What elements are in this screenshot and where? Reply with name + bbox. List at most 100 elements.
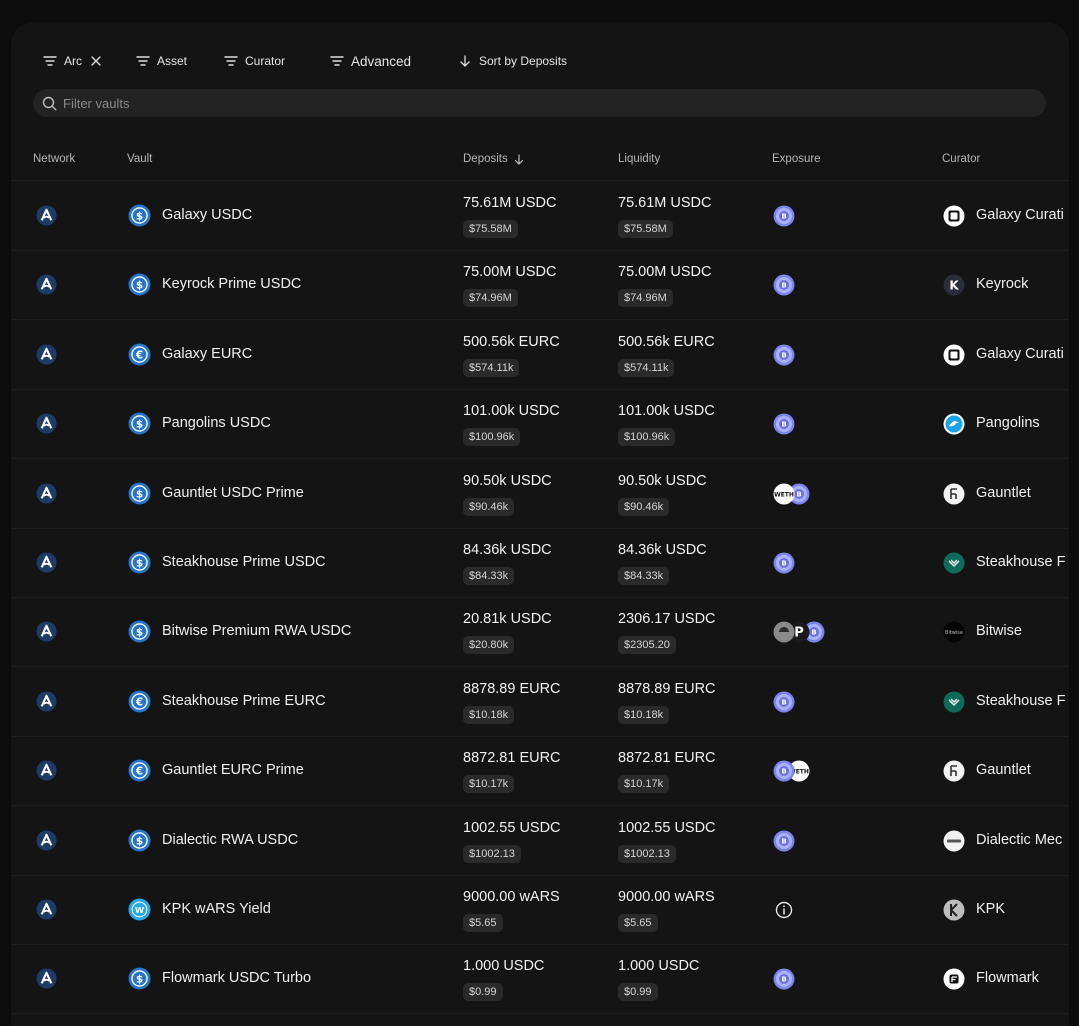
vault-name[interactable]: Steakhouse Prime EURC bbox=[162, 693, 326, 709]
sort-desc-icon bbox=[514, 153, 523, 165]
deposits-usd-badge: $5.65 bbox=[463, 914, 503, 932]
vault-name[interactable]: Galaxy USDC bbox=[162, 207, 252, 223]
svg-text:Bitwise: Bitwise bbox=[945, 630, 963, 636]
exposure-icons[interactable]: B bbox=[773, 691, 795, 713]
curator-name[interactable]: KPK bbox=[976, 901, 1005, 917]
liquidity-usd-badge: $574.11k bbox=[618, 358, 675, 377]
vault-name[interactable]: Steakhouse Prime USDC bbox=[162, 554, 326, 570]
vault-name[interactable]: KPK wARS Yield bbox=[162, 901, 271, 917]
column-liquidity-label: Liquidity bbox=[618, 153, 661, 165]
steakhouse-icon bbox=[943, 552, 965, 574]
table-row[interactable]: $ Steakhouse Prime USDC 84.36k USDC $84.… bbox=[11, 528, 1069, 598]
exposure-icons[interactable]: B WETH bbox=[773, 760, 810, 782]
column-vault[interactable]: Vault bbox=[127, 153, 152, 165]
deposits-usd-badge: $75.58M bbox=[463, 220, 518, 238]
grey-token-icon bbox=[773, 621, 795, 643]
liquidity-amount: 75.00M USDC bbox=[618, 264, 712, 281]
vault-name[interactable]: Gauntlet EURC Prime bbox=[162, 762, 304, 778]
exposure-icons[interactable]: B bbox=[773, 968, 795, 990]
liquidity-amount: 8878.89 EURC bbox=[618, 680, 716, 697]
deposits-amount: 75.61M USDC bbox=[463, 195, 557, 211]
table-row[interactable]: $ Flowmark USDC Turbo 1.000 USDC $0.99 1… bbox=[11, 944, 1069, 1015]
exposure-icons[interactable]: B bbox=[773, 830, 795, 852]
exposure-icons[interactable]: PB bbox=[773, 621, 825, 643]
rwa-token-icon: B bbox=[773, 552, 795, 574]
table-row[interactable]: $ Keyrock Prime USDC 75.00M USDC $74.96M… bbox=[11, 250, 1069, 321]
table-row[interactable]: € Gauntlet EURC Prime 8872.81 EURC $10.1… bbox=[11, 736, 1069, 807]
search-input[interactable] bbox=[63, 89, 1023, 117]
curator-name[interactable]: Steakhouse F bbox=[976, 693, 1065, 709]
sort-button[interactable]: Sort by Deposits bbox=[458, 51, 567, 71]
galaxy-icon bbox=[943, 205, 965, 227]
vault-name[interactable]: Pangolins USDC bbox=[162, 415, 271, 431]
table-row[interactable]: $ Gauntlet USDC Prime 90.50k USDC $90.46… bbox=[11, 459, 1069, 529]
vault-name[interactable]: Galaxy EURC bbox=[162, 346, 252, 362]
svg-text:B: B bbox=[781, 837, 786, 845]
exposure-icons[interactable]: WETH B bbox=[773, 483, 810, 505]
curator-name[interactable]: Galaxy Curati bbox=[976, 346, 1064, 362]
vault-name[interactable]: Gauntlet USDC Prime bbox=[162, 485, 304, 501]
deposits-usd-badge: $20.80k bbox=[463, 636, 515, 655]
eurc-icon: € bbox=[128, 759, 151, 782]
filter-icon bbox=[136, 56, 150, 66]
table-row[interactable]: € Steakhouse Prime EURC 8878.89 EURC $10… bbox=[11, 667, 1069, 737]
search-box bbox=[33, 89, 1046, 117]
filter-bar: Arc Asset Curator Advanced Sort by Depos… bbox=[11, 22, 1069, 117]
curator-name[interactable]: Gauntlet bbox=[976, 762, 1031, 778]
deposits-usd-badge: $10.18k bbox=[463, 705, 515, 724]
table-row[interactable]: W KPK wARS Yield 9000.00 wARS $5.65 9000… bbox=[11, 875, 1069, 945]
column-curator[interactable]: Curator bbox=[942, 153, 980, 165]
liquidity-usd-badge: $84.33k bbox=[618, 567, 670, 585]
close-icon[interactable] bbox=[89, 54, 103, 68]
asset-filter-button[interactable]: Asset bbox=[136, 51, 187, 71]
vault-name[interactable]: Bitwise Premium RWA USDC bbox=[162, 623, 351, 639]
bitwise-icon: Bitwise bbox=[943, 621, 965, 643]
vault-name[interactable]: Dialectic RWA USDC bbox=[162, 832, 298, 848]
table-row[interactable]: € Galaxy EURC 500.56k EURC $574.11k 500.… bbox=[11, 320, 1069, 390]
exposure-icons[interactable]: B bbox=[773, 413, 795, 435]
vault-name[interactable]: Flowmark USDC Turbo bbox=[162, 970, 311, 986]
curator-name[interactable]: Bitwise bbox=[976, 623, 1022, 639]
column-network[interactable]: Network bbox=[33, 153, 75, 165]
curator-name[interactable]: Steakhouse F bbox=[976, 554, 1065, 570]
curator-filter-button[interactable]: Curator bbox=[224, 51, 285, 71]
curator-name[interactable]: Flowmark bbox=[976, 970, 1039, 986]
svg-text:B: B bbox=[781, 421, 786, 429]
liquidity-usd-badge: $5.65 bbox=[618, 914, 658, 932]
svg-text:B: B bbox=[781, 976, 786, 984]
exposure-icons[interactable]: B bbox=[773, 274, 795, 296]
deposits-usd-badge: $0.99 bbox=[463, 983, 503, 1002]
usdc-icon: $ bbox=[128, 967, 151, 990]
advanced-filter-button[interactable]: Advanced bbox=[330, 51, 411, 71]
exposure-icons[interactable]: B bbox=[773, 344, 795, 366]
table-row[interactable]: $ Galaxy USDC 75.61M USDC $75.58M 75.61M… bbox=[11, 181, 1069, 251]
curator-name[interactable]: Gauntlet bbox=[976, 485, 1031, 501]
usdc-icon: $ bbox=[128, 620, 151, 643]
column-deposits[interactable]: Deposits bbox=[463, 153, 524, 165]
liquidity-amount: 500.56k EURC bbox=[618, 333, 715, 350]
gauntlet-icon bbox=[943, 760, 965, 782]
column-exposure-label: Exposure bbox=[772, 153, 821, 165]
table-row[interactable]: $ Dialectic RWA USDC 1002.55 USDC $1002.… bbox=[11, 806, 1069, 876]
curator-name[interactable]: Keyrock bbox=[976, 276, 1028, 292]
vault-name[interactable]: Keyrock Prime USDC bbox=[162, 276, 301, 292]
liquidity-usd-badge: $100.96k bbox=[618, 428, 676, 447]
network-filter-chip[interactable]: Arc bbox=[43, 51, 103, 71]
table-row[interactable]: $ Pangolins USDC 101.00k USDC $100.96k 1… bbox=[11, 389, 1069, 460]
curator-name[interactable]: Galaxy Curati bbox=[976, 207, 1064, 223]
exposure-icons[interactable]: B bbox=[773, 205, 795, 227]
curator-name[interactable]: Pangolins bbox=[976, 415, 1040, 431]
exposure-icons[interactable]: B bbox=[773, 552, 795, 574]
exposure-icons[interactable] bbox=[773, 899, 793, 921]
table-row[interactable]: $ Bitwise Premium RWA USDC 20.81k USDC $… bbox=[11, 597, 1069, 668]
liquidity-usd-badge: $2305.20 bbox=[618, 636, 676, 655]
liquidity-amount: 75.61M USDC bbox=[618, 195, 712, 211]
vaults-panel: Arc Asset Curator Advanced Sort by Depos… bbox=[11, 22, 1069, 1026]
column-curator-label: Curator bbox=[942, 153, 981, 165]
eurc-icon: € bbox=[128, 690, 151, 713]
column-liquidity[interactable]: Liquidity bbox=[618, 153, 660, 165]
usdc-icon: $ bbox=[128, 204, 151, 227]
svg-text:P: P bbox=[794, 626, 804, 641]
column-exposure[interactable]: Exposure bbox=[772, 153, 821, 165]
curator-name[interactable]: Dialectic Mec bbox=[976, 832, 1062, 848]
